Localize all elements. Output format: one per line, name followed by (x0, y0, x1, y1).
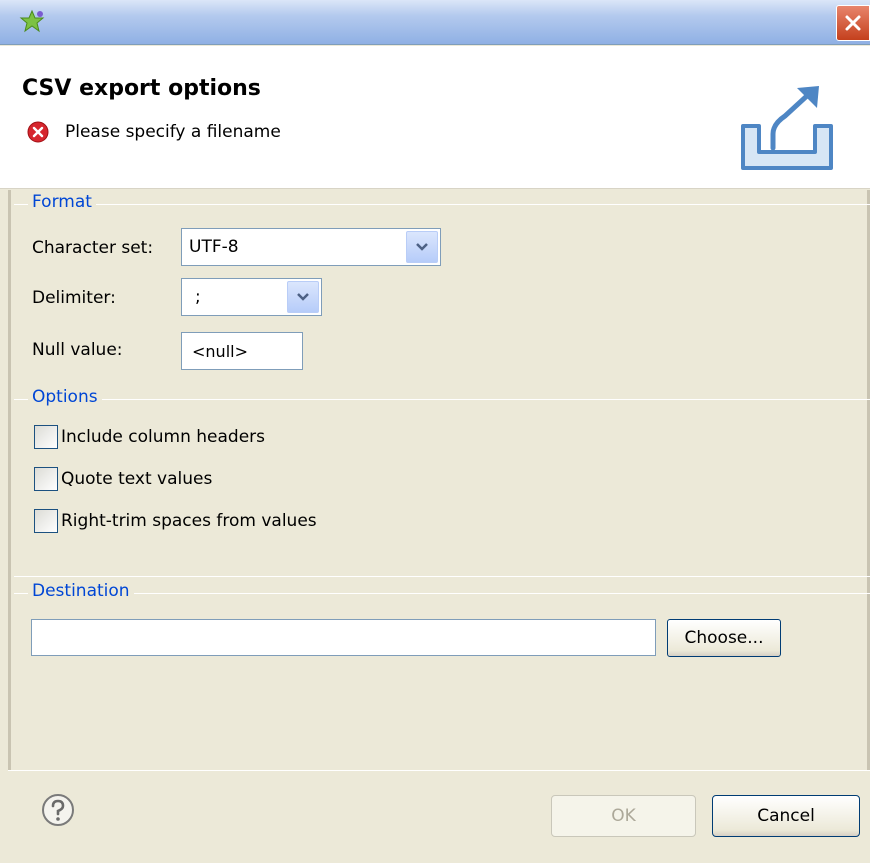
quote-text-checkbox[interactable] (34, 467, 58, 491)
error-message-row: Please specify a filename (27, 121, 281, 143)
charset-label: Character set: (32, 238, 154, 258)
destination-group-label: Destination (28, 581, 134, 601)
quote-text-label[interactable]: Quote text values (61, 469, 212, 489)
options-group-divider (14, 399, 870, 400)
charset-value: UTF-8 (189, 237, 239, 257)
error-message: Please specify a filename (65, 122, 281, 142)
title-bar[interactable] (0, 0, 870, 45)
include-headers-label[interactable]: Include column headers (61, 427, 265, 447)
help-icon[interactable] (41, 793, 75, 827)
ok-button[interactable]: OK (551, 795, 696, 837)
format-group-label: Format (28, 192, 96, 212)
app-icon (19, 9, 45, 33)
right-trim-checkbox[interactable] (34, 509, 58, 533)
options-bottom-divider (14, 576, 870, 577)
destination-group-divider (14, 593, 870, 594)
footer-divider (8, 770, 870, 771)
options-group-label: Options (28, 387, 102, 407)
page-title: CSV export options (22, 76, 261, 101)
delimiter-label: Delimiter: (32, 288, 116, 308)
delimiter-value: ; (195, 287, 201, 307)
choose-button[interactable]: Choose... (667, 619, 781, 657)
right-trim-label[interactable]: Right-trim spaces from values (61, 511, 317, 531)
null-value-input[interactable]: <null> (181, 332, 303, 370)
delimiter-dropdown-button[interactable] (287, 281, 319, 313)
charset-dropdown-button[interactable] (406, 231, 438, 263)
close-button[interactable] (836, 5, 870, 41)
chevron-down-icon (416, 243, 428, 251)
dialog-header: CSV export options Please specify a file… (0, 46, 870, 189)
error-icon (27, 121, 49, 143)
delimiter-select[interactable]: ; (181, 278, 322, 316)
charset-select[interactable]: UTF-8 (181, 228, 441, 266)
export-icon (741, 86, 833, 170)
cancel-button[interactable]: Cancel (712, 795, 860, 837)
chevron-down-icon (297, 293, 309, 301)
left-border (8, 190, 11, 770)
include-headers-checkbox[interactable] (34, 425, 58, 449)
null-value-label: Null value: (32, 340, 123, 360)
format-group-divider (14, 204, 870, 205)
include-headers-option[interactable]: Include column headers (34, 425, 265, 449)
close-icon (845, 15, 861, 31)
quote-text-option[interactable]: Quote text values (34, 467, 212, 491)
destination-path-input[interactable] (31, 619, 656, 656)
right-trim-option[interactable]: Right-trim spaces from values (34, 509, 317, 533)
